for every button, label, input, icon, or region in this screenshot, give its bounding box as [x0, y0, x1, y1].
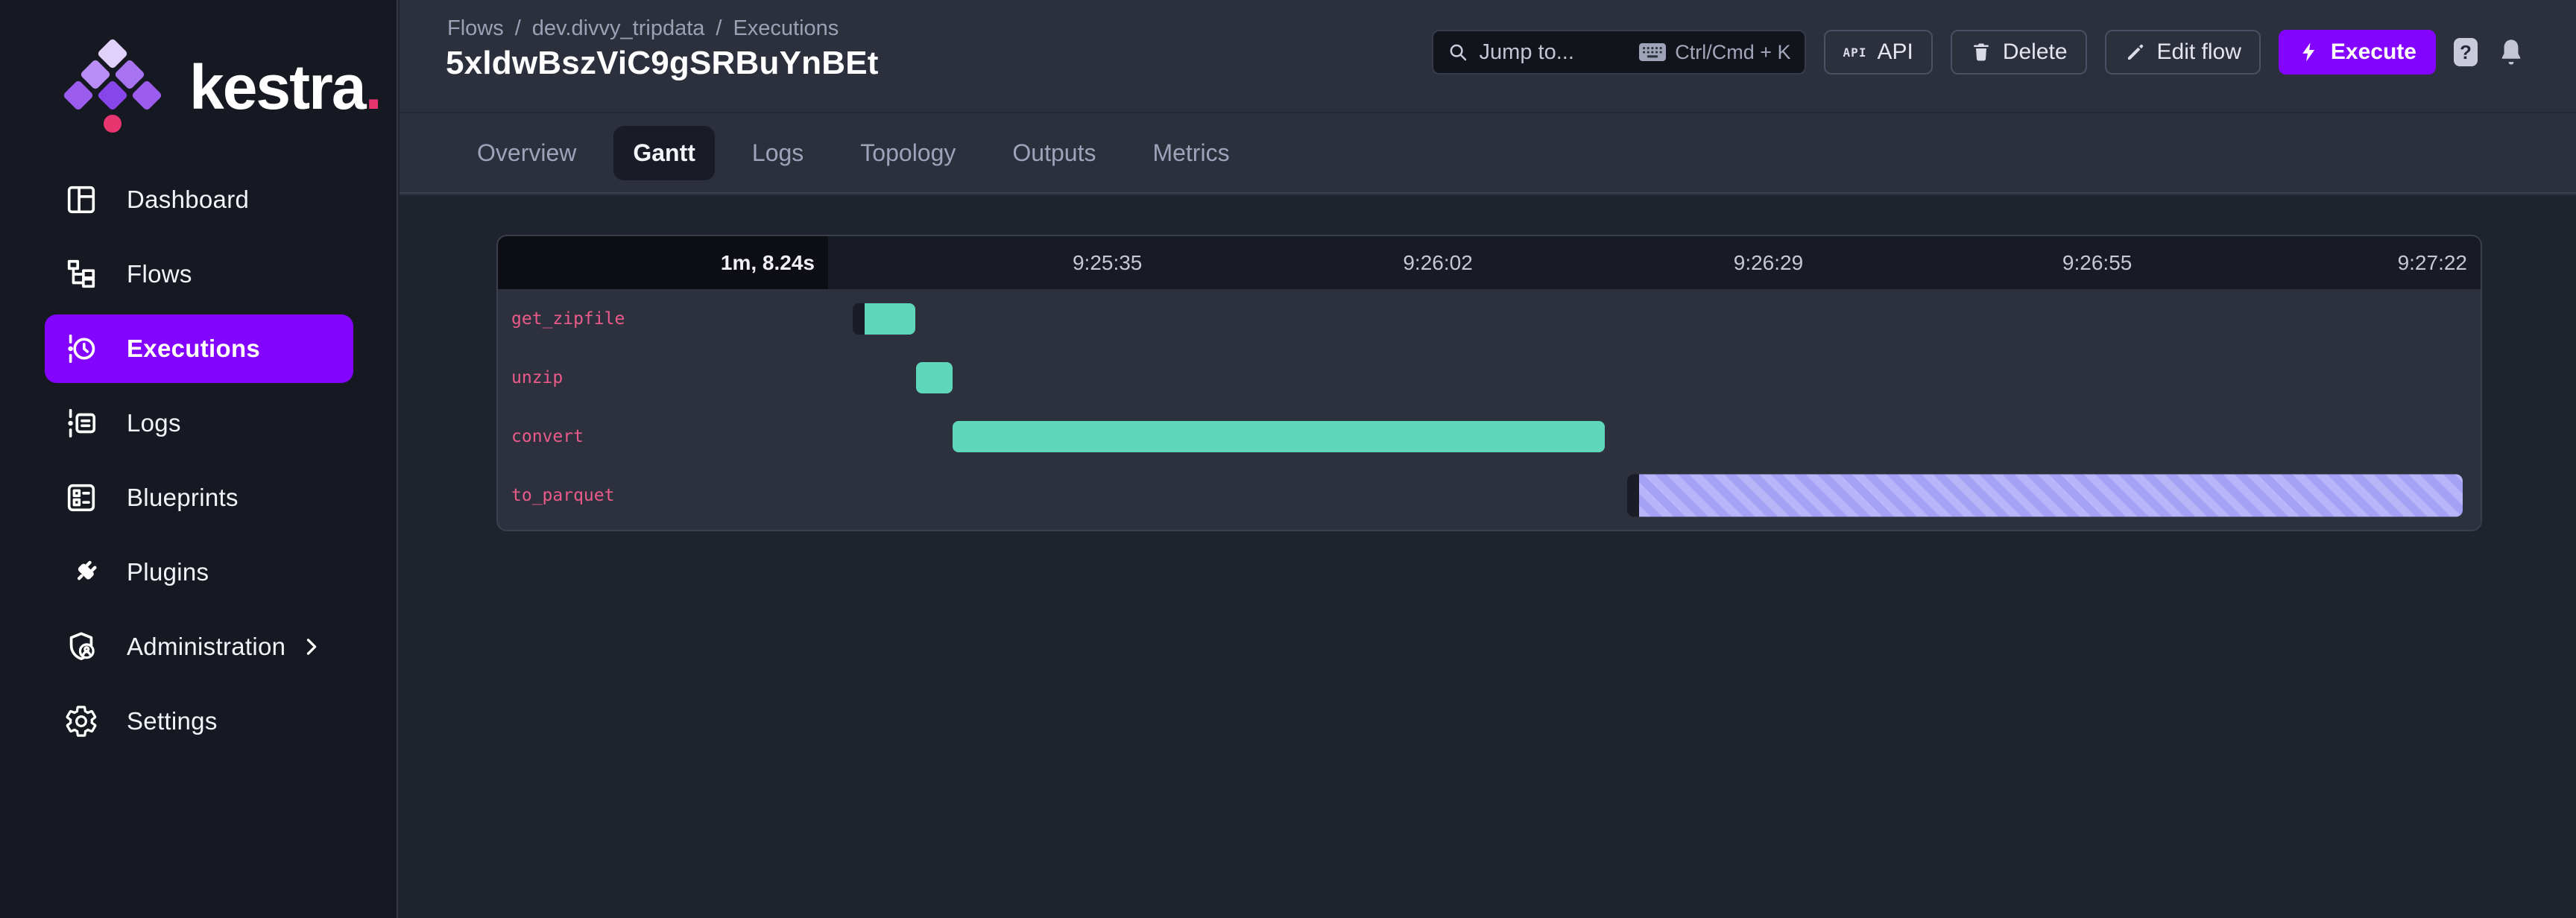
keyboard-icon — [1639, 43, 1666, 61]
sidebar-item-label: Dashboard — [127, 186, 249, 214]
trash-icon — [1970, 41, 1992, 63]
lightning-bolt-icon — [2298, 41, 2320, 63]
gantt-tick: 9:27:22 — [2398, 251, 2467, 275]
task-bar-unzip[interactable] — [916, 362, 953, 393]
main-content: 1m, 8.24s 9:25:35 9:26:02 9:26:29 9:26:5… — [400, 195, 2576, 918]
breadcrumb-separator: / — [716, 16, 722, 41]
kestra-logo-text: kestra. — [189, 56, 381, 118]
sidebar-item-executions[interactable]: Executions — [45, 314, 353, 383]
breadcrumb-flows[interactable]: Flows — [447, 16, 504, 41]
sidebar-item-blueprints[interactable]: Blueprints — [0, 460, 397, 535]
tab-outputs[interactable]: Outputs — [993, 126, 1115, 180]
sidebar: kestra. Dashboard Flows Executions — [0, 0, 398, 918]
kestra-app: kestra. Dashboard Flows Executions — [0, 0, 2576, 918]
gantt-tick: 9:26:55 — [2062, 251, 2132, 275]
tab-gantt[interactable]: Gantt — [613, 126, 715, 180]
bar-queued-cap — [1627, 474, 1639, 516]
jump-to-search-input[interactable]: Jump to... Ctrl/Cmd + K — [1432, 30, 1806, 75]
search-shortcut-label: Ctrl/Cmd + K — [1675, 41, 1790, 64]
gantt-row-get_zipfile: get_zipfile — [498, 289, 2481, 348]
delete-button-label: Delete — [2003, 39, 2068, 65]
bar-fill — [865, 303, 915, 335]
administration-icon — [64, 630, 98, 664]
gantt-tick: 9:25:35 — [1073, 251, 1142, 275]
plugins-icon — [64, 555, 98, 589]
api-button-label: API — [1877, 39, 1913, 65]
execute-button[interactable]: Execute — [2279, 30, 2436, 75]
logs-icon — [64, 406, 98, 440]
sidebar-item-logs[interactable]: Logs — [0, 386, 397, 460]
sidebar-item-label: Blueprints — [127, 484, 239, 512]
api-icon: API — [1843, 45, 1867, 60]
page-title: 5xldwBszViC9gSRBuYnBEt — [446, 45, 879, 82]
header: Flows / dev.divvy_tripdata / Executions … — [400, 0, 2576, 195]
task-label[interactable]: unzip — [511, 368, 563, 387]
help-button[interactable]: ? — [2454, 38, 2478, 66]
blueprints-icon — [64, 481, 98, 515]
flows-icon — [64, 257, 98, 291]
gantt-time-axis: 9:25:35 9:26:02 9:26:29 9:26:55 9:27:22 — [828, 236, 2481, 289]
kestra-logo-icon — [57, 39, 170, 136]
header-top: Flows / dev.divvy_tripdata / Executions … — [400, 0, 2576, 113]
gantt-rows: get_zipfile unzip convert to_parquet — [498, 289, 2481, 525]
gantt-row-unzip: unzip — [498, 348, 2481, 407]
tab-overview[interactable]: Overview — [458, 126, 596, 180]
bar-queued-cap — [853, 303, 865, 335]
tab-metrics[interactable]: Metrics — [1133, 126, 1248, 180]
task-label[interactable]: convert — [511, 427, 584, 446]
tab-topology[interactable]: Topology — [841, 126, 975, 180]
edit-flow-button[interactable]: Edit flow — [2105, 30, 2261, 75]
sidebar-menu: Dashboard Flows Executions Logs — [0, 162, 397, 759]
sidebar-item-settings[interactable]: Settings — [0, 684, 397, 759]
gantt-tick: 9:26:29 — [1734, 251, 1803, 275]
tab-logs[interactable]: Logs — [733, 126, 823, 180]
sidebar-item-label: Flows — [127, 260, 192, 288]
task-label[interactable]: get_zipfile — [511, 309, 625, 329]
executions-icon — [64, 332, 98, 366]
header-actions: Jump to... Ctrl/Cmd + K API API — [1432, 30, 2527, 75]
sidebar-item-label: Administration — [127, 633, 285, 661]
gantt-card: 1m, 8.24s 9:25:35 9:26:02 9:26:29 9:26:5… — [496, 235, 2482, 531]
settings-icon — [64, 704, 98, 738]
task-bar-get_zipfile[interactable] — [853, 303, 915, 335]
execute-button-label: Execute — [2331, 39, 2416, 65]
task-bar-to_parquet[interactable] — [1627, 474, 2463, 516]
chevron-right-icon — [298, 634, 323, 659]
sidebar-item-label: Settings — [127, 707, 218, 735]
gantt-header: 1m, 8.24s 9:25:35 9:26:02 9:26:29 9:26:5… — [498, 236, 2481, 289]
sidebar-item-label: Logs — [127, 409, 181, 437]
gantt-duration: 1m, 8.24s — [498, 236, 828, 289]
gantt-tick: 9:26:02 — [1403, 251, 1472, 275]
pencil-icon — [2124, 41, 2147, 63]
search-icon — [1447, 41, 1469, 63]
search-shortcut: Ctrl/Cmd + K — [1639, 41, 1790, 64]
gantt-row-to_parquet: to_parquet — [498, 466, 2481, 525]
breadcrumb-executions[interactable]: Executions — [733, 16, 839, 41]
notifications-bell-icon[interactable] — [2496, 36, 2527, 69]
sidebar-item-label: Executions — [127, 335, 260, 363]
gantt-row-convert: convert — [498, 407, 2481, 466]
breadcrumb: Flows / dev.divvy_tripdata / Executions — [447, 16, 839, 41]
bar-fill — [916, 362, 953, 393]
kestra-logo[interactable]: kestra. — [57, 39, 397, 136]
task-label[interactable]: to_parquet — [511, 486, 614, 505]
breadcrumb-namespace[interactable]: dev.divvy_tripdata — [532, 16, 705, 41]
sidebar-item-administration[interactable]: Administration — [0, 610, 397, 684]
bar-fill — [1639, 474, 2463, 516]
api-button[interactable]: API API — [1824, 30, 1933, 75]
sidebar-item-label: Plugins — [127, 558, 209, 586]
task-bar-convert[interactable] — [953, 421, 1605, 452]
breadcrumb-separator: / — [515, 16, 521, 41]
edit-flow-button-label: Edit flow — [2157, 39, 2241, 65]
delete-button[interactable]: Delete — [1951, 30, 2087, 75]
dashboard-icon — [64, 183, 98, 217]
sidebar-item-dashboard[interactable]: Dashboard — [0, 162, 397, 237]
search-placeholder: Jump to... — [1480, 40, 1640, 65]
sidebar-item-flows[interactable]: Flows — [0, 237, 397, 311]
bar-fill — [953, 421, 1605, 452]
tab-bar: Overview Gantt Logs Topology Outputs Met… — [400, 113, 2576, 194]
sidebar-item-plugins[interactable]: Plugins — [0, 535, 397, 610]
